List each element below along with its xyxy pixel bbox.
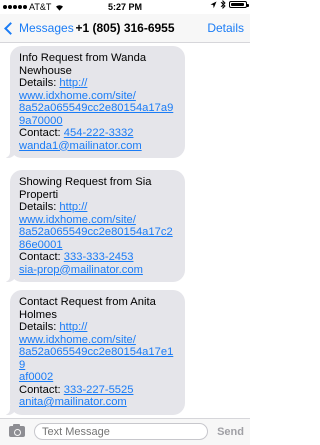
details-link[interactable]: http:// [59,77,87,89]
details-link[interactable]: http:// [59,321,87,333]
message-title: Info Request from Wanda [19,52,147,64]
phone-link[interactable]: 454-222-3332 [64,127,134,139]
email-link[interactable]: anita@mailinator.com [19,396,177,409]
bluetooth-icon [220,0,226,9]
message-title: Holmes [19,308,57,321]
contact-line: Contact: 333-333-2453 [19,251,177,264]
message-title: Contact Request from Anita [19,296,156,308]
back-button[interactable]: Messages [4,14,74,42]
details-link[interactable]: 8a52a065549cc2e80154a17c2 [19,226,177,239]
details-link[interactable]: www.idxhome.com/site/ [19,334,177,347]
chevron-left-icon [4,21,17,35]
bubble-tail [0,146,16,158]
phone-link[interactable]: 333-333-2453 [64,251,134,263]
details-link[interactable]: 86e0001 [19,239,177,252]
contact-line: Contact: 454-222-3332 [19,127,177,140]
details-link[interactable]: http:// [59,201,87,213]
message-thread[interactable]: Info Request from Wanda Newhouse Details… [0,42,250,418]
details-label: Details: [19,201,60,213]
battery-icon [229,1,249,8]
message-input[interactable] [34,423,208,440]
contact-label: Contact: [19,251,64,263]
location-arrow-icon [210,1,217,8]
details-label: Details: [19,77,60,89]
camera-icon[interactable] [9,424,25,437]
details-link[interactable]: af0002 [19,371,177,384]
contact-line: Contact: 333-227-5525 [19,384,177,397]
message-title: Showing Request from Sia [19,176,152,188]
email-link[interactable]: sia-prop@mailinator.com [19,264,177,277]
navigation-bar: Messages +1 (805) 316-6955 Details [0,14,250,43]
details-line: Details: http:// [19,321,177,334]
details-label: Details: [19,321,60,333]
bubble-tail [0,270,16,282]
message-input-bar: Send [0,418,250,445]
details-link[interactable]: 8a52a065549cc2e80154a17a9 [19,102,177,115]
details-button[interactable]: Details [207,14,244,42]
back-button-label: Messages [19,21,74,35]
message-bubble: Contact Request from Anita Holmes Detail… [0,290,185,415]
details-line: Details: http:// [19,201,177,214]
details-link[interactable]: www.idxhome.com/site/ [19,90,177,103]
message-bubble: Info Request from Wanda Newhouse Details… [0,46,185,158]
details-link[interactable]: www.idxhome.com/site/ [19,214,177,227]
email-link[interactable]: wanda1@mailinator.com [19,140,177,153]
status-right [210,0,249,9]
contact-label: Contact: [19,383,64,396]
message-bubble: Showing Request from Sia Properti Detail… [0,170,185,282]
message-title: Properti [19,188,59,201]
phone-link[interactable]: 333-227-5525 [64,384,134,396]
send-button[interactable]: Send [217,419,244,445]
bubble-tail [0,402,16,415]
details-link[interactable]: 8a52a065549cc2e80154a17e19 [19,346,177,371]
contact-label: Contact: [19,127,64,139]
details-line: Details: http:// [19,77,177,90]
message-title: Newhouse [19,64,72,77]
status-bar: AT&T 5:27 PM [0,0,250,14]
details-link[interactable]: 9a70000 [19,115,177,128]
